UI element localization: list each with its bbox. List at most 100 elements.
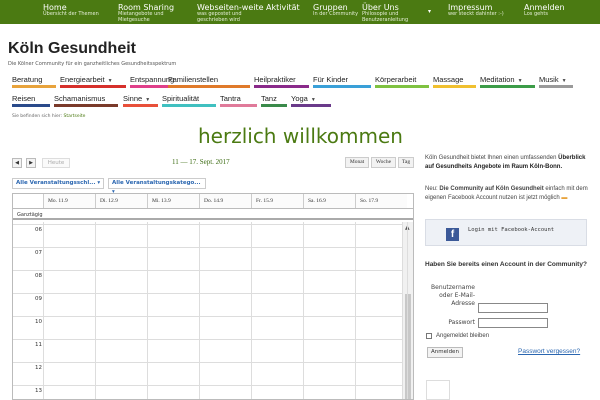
venue-filter-select[interactable]: Alle Veranstaltungsschl... ▾ bbox=[12, 178, 104, 189]
topnav-subtitle: wer steckt dahinter :-) bbox=[448, 11, 504, 17]
category-filter-select[interactable]: Alle Veranstaltungskatego... ▾ bbox=[108, 178, 206, 195]
nav-color-bar bbox=[261, 104, 287, 107]
site-tagline: Die Kölner Community für ein ganzheitlic… bbox=[8, 61, 177, 67]
topnav-item-2[interactable]: Webseiten-weite Aktivität was gepostet un… bbox=[197, 3, 300, 23]
nav-item-yoga[interactable]: Yoga ▼ bbox=[291, 91, 331, 107]
prev-icon: ◀ bbox=[15, 160, 19, 166]
day-header[interactable]: Mi. 13.9 bbox=[147, 194, 199, 208]
welcome-heading: herzlich willkommen bbox=[198, 124, 403, 148]
allday-label: Ganztägig bbox=[17, 212, 43, 218]
nav-color-bar bbox=[168, 85, 250, 88]
breadcrumb-link-startseite[interactable]: Startseite bbox=[63, 114, 85, 119]
nav-item-heilpraktiker[interactable]: Heilpraktiker bbox=[254, 72, 309, 88]
nav-item-label: Musik bbox=[539, 75, 559, 84]
nav-item-label: Heilpraktiker bbox=[254, 75, 296, 84]
topnav-subtitle: In der Community bbox=[313, 11, 359, 17]
nav-item-tanz[interactable]: Tanz bbox=[261, 91, 287, 107]
scrollbar-thumb[interactable] bbox=[405, 294, 411, 399]
category-nav-row-1: Beratung Energiearbeit ▼ Entspannung Familie… bbox=[12, 72, 592, 88]
topnav-subtitle: geschrieben wird bbox=[197, 16, 240, 23]
chevron-down-icon: ▼ bbox=[561, 78, 567, 84]
hour-label: 08 bbox=[35, 273, 42, 279]
view-day-button[interactable]: Tag bbox=[398, 157, 414, 168]
topnav-item-0[interactable]: Home Übersicht der Themen bbox=[43, 3, 99, 18]
hour-label: 12 bbox=[35, 365, 42, 371]
username-input[interactable] bbox=[478, 303, 548, 313]
next-week-button[interactable]: ▶ bbox=[26, 158, 36, 168]
nav-color-bar bbox=[54, 104, 118, 107]
hour-row[interactable]: 11 bbox=[13, 339, 403, 362]
hour-row[interactable]: 12 bbox=[13, 362, 403, 385]
nav-item-label: Yoga bbox=[291, 94, 308, 103]
category-nav-row-2: Reisen Schamanismus Sinne ▼ Spiritualität Tan… bbox=[12, 91, 592, 107]
nav-item-musik[interactable]: Musik ▼ bbox=[539, 72, 573, 88]
remember-me-checkbox[interactable] bbox=[426, 333, 432, 339]
nav-item-schamanismus[interactable]: Schamanismus bbox=[54, 91, 118, 107]
nav-item-körperarbeit[interactable]: Körperarbeit bbox=[375, 72, 429, 88]
venue-filter-label: Alle Veranstaltungsschl... bbox=[16, 180, 96, 186]
nav-item-spiritualität[interactable]: Spiritualität bbox=[162, 91, 216, 107]
view-week-button[interactable]: Woche bbox=[371, 157, 396, 168]
topnav-item-1[interactable]: Room Sharing Mietangebote und Mietgesuche bbox=[118, 3, 174, 23]
today-button[interactable]: Heute bbox=[42, 158, 70, 168]
hour-label: 13 bbox=[35, 388, 42, 394]
news-bold: Die Community auf Köln Gesundheit bbox=[439, 186, 544, 192]
nav-item-reisen[interactable]: Reisen bbox=[12, 91, 50, 107]
nav-item-label: Spiritualität bbox=[162, 94, 200, 103]
chevron-down-icon[interactable]: ▾ bbox=[428, 8, 431, 15]
nav-item-beratung[interactable]: Beratung bbox=[12, 72, 56, 88]
hour-row[interactable]: 08 bbox=[13, 270, 403, 293]
hour-row[interactable]: 06 bbox=[13, 224, 403, 247]
nav-item-label: Schamanismus bbox=[54, 94, 106, 103]
nav-color-bar bbox=[162, 104, 216, 107]
nav-item-energiearbeit[interactable]: Energiearbeit ▼ bbox=[60, 72, 126, 88]
site-title[interactable]: Köln Gesundheit bbox=[8, 40, 136, 58]
hour-row[interactable]: 13 bbox=[13, 385, 403, 399]
nav-color-bar bbox=[123, 104, 158, 107]
forgot-password-link[interactable]: Passwort vergessen? bbox=[518, 348, 580, 355]
username-label: Benutzername oder E-Mail-Adresse bbox=[431, 284, 475, 307]
hour-row[interactable]: 09 bbox=[13, 293, 403, 316]
facebook-login-button[interactable]: f Login mit Facebook-Account bbox=[425, 219, 587, 246]
nav-color-bar bbox=[433, 85, 476, 88]
day-header[interactable]: Mo. 11.9 bbox=[43, 194, 95, 208]
hour-label: 11 bbox=[35, 342, 42, 348]
password-label: Passwort bbox=[448, 319, 475, 326]
calendar-week-grid[interactable]: Ganztägig ▲ Mo. 11.9Di. 12.9Mi. 13.9Do. … bbox=[12, 193, 414, 400]
calendar-date-range: 11 — 17. Sept. 2017 bbox=[172, 158, 230, 166]
nav-item-für-kinder[interactable]: Für Kinder bbox=[313, 72, 371, 88]
facebook-login-label: Login mit Facebook-Account bbox=[468, 227, 555, 233]
day-header[interactable]: So. 17.9 bbox=[355, 194, 407, 208]
hour-label: 07 bbox=[35, 250, 42, 256]
news-mark-icon: ▬ bbox=[561, 194, 568, 201]
sidebar-intro: Köln Gesundheit bietet Ihnen einen umfas… bbox=[425, 154, 595, 171]
nav-item-sinne[interactable]: Sinne ▼ bbox=[123, 91, 158, 107]
nav-color-bar bbox=[12, 104, 50, 107]
topnav-item-4[interactable]: Über Uns Philosopie und Benutzeranleitung bbox=[362, 3, 408, 23]
topnav-item-3[interactable]: Gruppen In der Community bbox=[313, 3, 358, 18]
view-month-button[interactable]: Monat bbox=[345, 157, 369, 168]
login-button[interactable]: Anmelden bbox=[427, 347, 463, 358]
day-header[interactable]: Di. 12.9 bbox=[95, 194, 147, 208]
nav-item-familienstellen[interactable]: Familienstellen bbox=[168, 72, 250, 88]
nav-item-massage[interactable]: Massage bbox=[433, 72, 476, 88]
hour-row[interactable]: 10 bbox=[13, 316, 403, 339]
nav-item-label: Tantra bbox=[220, 94, 241, 103]
chevron-down-icon: ▾ bbox=[97, 180, 101, 186]
day-header[interactable]: Sa. 16.9 bbox=[303, 194, 355, 208]
nav-item-tantra[interactable]: Tantra bbox=[220, 91, 257, 107]
hour-row[interactable]: 07 bbox=[13, 247, 403, 270]
facebook-icon: f bbox=[446, 228, 459, 241]
nav-color-bar bbox=[291, 104, 331, 107]
nav-color-bar bbox=[60, 85, 126, 88]
topnav-item-6[interactable]: Anmelden Los gehts bbox=[524, 3, 565, 18]
prev-week-button[interactable]: ◀ bbox=[12, 158, 22, 168]
allday-row[interactable]: Ganztägig bbox=[13, 208, 413, 220]
nav-color-bar bbox=[12, 85, 56, 88]
nav-item-label: Sinne bbox=[123, 94, 143, 103]
day-header[interactable]: Fr. 15.9 bbox=[251, 194, 303, 208]
topnav-item-5[interactable]: Impressum wer steckt dahinter :-) bbox=[448, 3, 504, 18]
nav-item-meditation[interactable]: Meditation ▼ bbox=[480, 72, 535, 88]
day-header[interactable]: Do. 14.9 bbox=[199, 194, 251, 208]
password-input[interactable] bbox=[478, 318, 548, 328]
